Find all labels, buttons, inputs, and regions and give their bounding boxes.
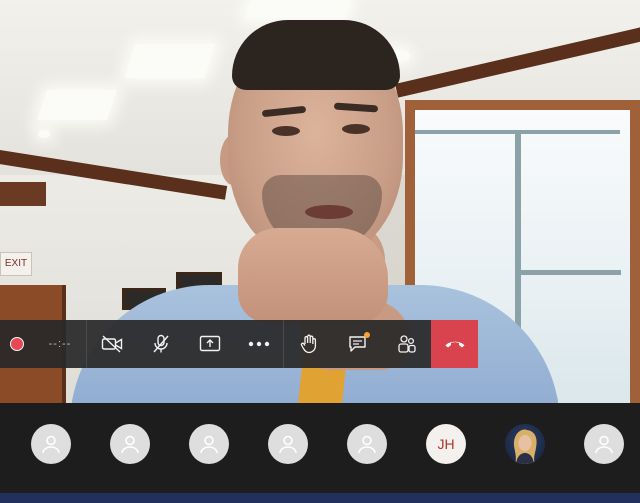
- collab-controls: [283, 320, 431, 368]
- people-icon[interactable]: [382, 320, 431, 368]
- recording-group: --:--: [0, 320, 86, 368]
- participant-avatar[interactable]: [347, 424, 387, 464]
- participant-avatar[interactable]: [189, 424, 229, 464]
- ceiling-light: [124, 44, 216, 78]
- person-eye: [342, 124, 370, 134]
- participant-initials: JH: [437, 436, 455, 452]
- person-mouth: [305, 205, 353, 219]
- camera-off-icon[interactable]: [87, 320, 136, 368]
- phone-hangup-icon: [445, 341, 464, 348]
- participant-avatar-initials[interactable]: JH: [426, 424, 466, 464]
- person-eye: [272, 126, 300, 136]
- participant-avatar[interactable]: [31, 424, 71, 464]
- vent: [0, 182, 46, 206]
- record-dot-icon[interactable]: [0, 320, 34, 368]
- hand-icon[interactable]: [284, 320, 333, 368]
- ceiling-light: [37, 90, 117, 120]
- share-screen-icon[interactable]: [185, 320, 234, 368]
- participant-avatar[interactable]: [268, 424, 308, 464]
- bottom-edge: [0, 493, 640, 503]
- hang-up-button[interactable]: [431, 320, 478, 368]
- ceiling-light: [38, 130, 50, 138]
- person-hand: [238, 228, 388, 323]
- user-icon: [200, 435, 218, 454]
- participant-photo: [513, 429, 537, 464]
- user-icon: [121, 435, 139, 454]
- chat-badge: [364, 332, 370, 338]
- user-icon: [595, 435, 613, 454]
- participant-avatar[interactable]: [584, 424, 624, 464]
- chat-icon[interactable]: [333, 320, 382, 368]
- recording-timer: --:--: [48, 338, 72, 350]
- ceiling-light: [245, 0, 351, 18]
- user-icon: [279, 435, 297, 454]
- exit-sign: EXIT: [0, 252, 32, 276]
- mic-off-icon[interactable]: [136, 320, 185, 368]
- participant-avatar[interactable]: [110, 424, 150, 464]
- user-icon: [358, 435, 376, 454]
- call-toolbar: --:--: [0, 320, 478, 368]
- person-hair: [232, 20, 400, 90]
- user-icon: [42, 435, 60, 454]
- media-controls: [86, 320, 283, 368]
- participant-avatar-photo[interactable]: [505, 424, 545, 464]
- more-icon[interactable]: [234, 320, 283, 368]
